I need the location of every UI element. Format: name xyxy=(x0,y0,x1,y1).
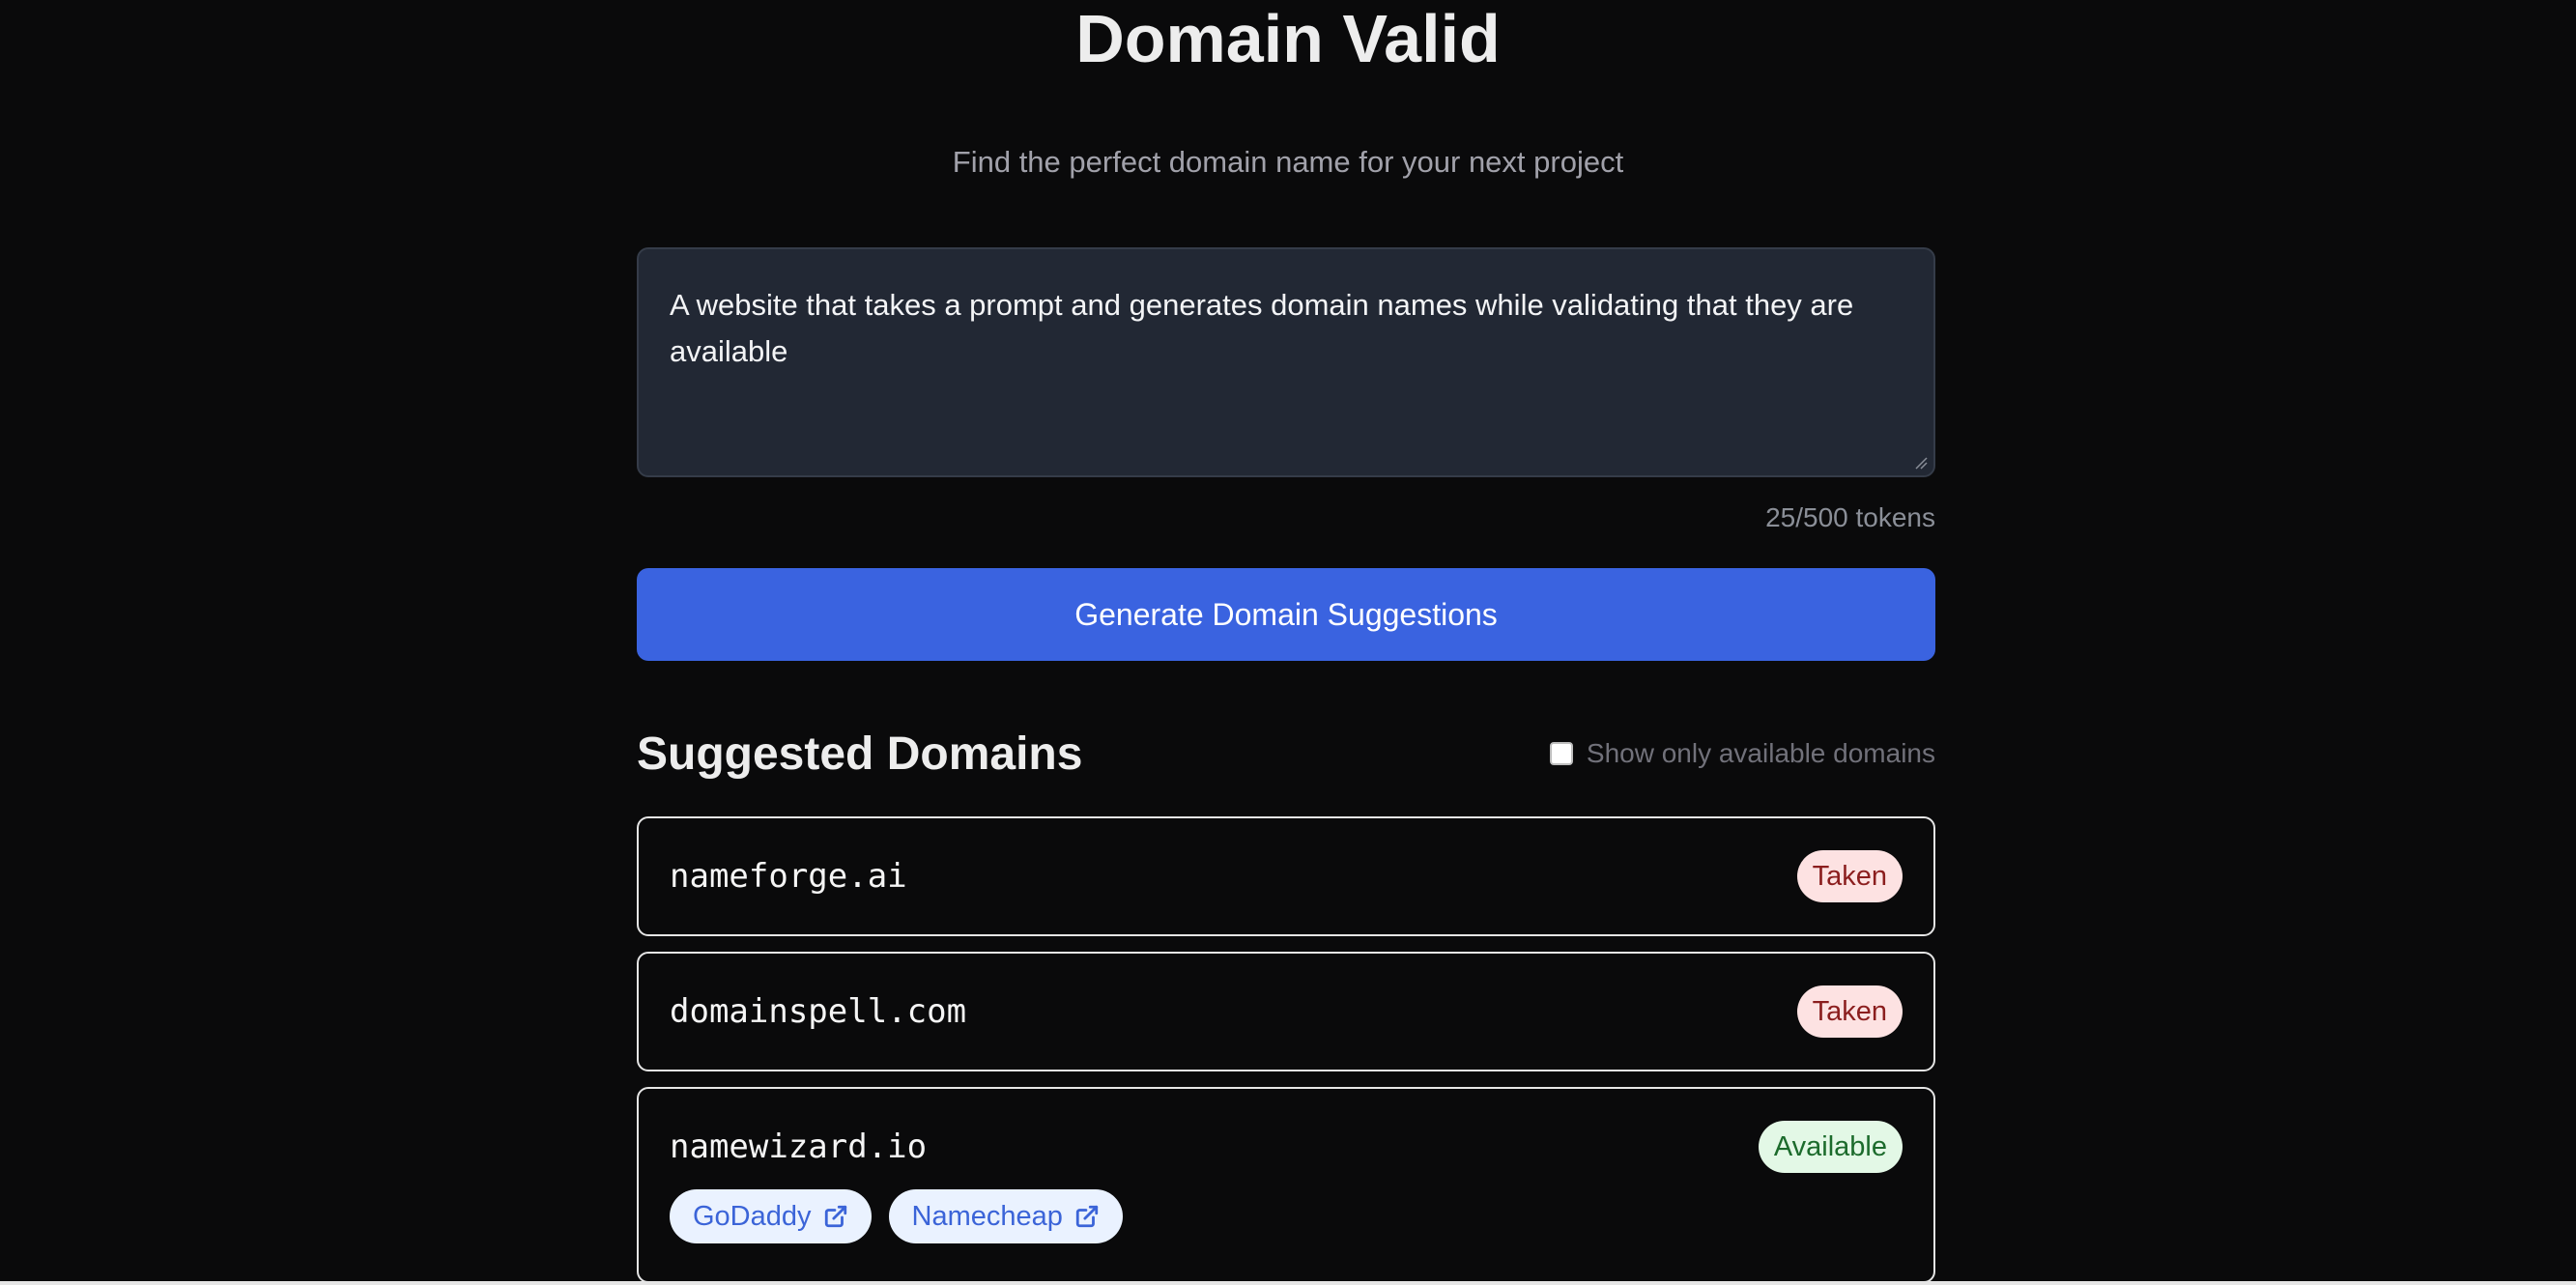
available-filter[interactable]: Show only available domains xyxy=(1549,738,1935,769)
registrar-label: GoDaddy xyxy=(693,1200,812,1232)
domain-card: domainspell.com Taken xyxy=(637,952,1935,1071)
external-link-icon xyxy=(1075,1205,1099,1228)
bottom-divider xyxy=(0,1281,2576,1285)
available-filter-label: Show only available domains xyxy=(1586,738,1935,768)
registrar-links: GoDaddy Namecheap xyxy=(639,1189,1933,1243)
registrar-link-namecheap[interactable]: Namecheap xyxy=(888,1189,1123,1243)
available-filter-checkbox[interactable] xyxy=(1549,742,1573,765)
external-link-icon xyxy=(824,1205,846,1228)
prompt-text: A website that takes a prompt and genera… xyxy=(670,288,1854,368)
results-title: Suggested Domains xyxy=(637,728,1083,780)
resize-grip-icon[interactable] xyxy=(1914,456,1928,470)
domain-name: nameforge.ai xyxy=(670,857,907,896)
generate-domains-button[interactable]: Generate Domain Suggestions xyxy=(637,568,1935,661)
domain-card: namewizard.io Available GoDaddy Namechea… xyxy=(637,1087,1935,1283)
page: Domain Valid Find the perfect domain nam… xyxy=(0,0,2576,1285)
domain-card: nameforge.ai Taken xyxy=(637,816,1935,936)
registrar-link-godaddy[interactable]: GoDaddy xyxy=(670,1189,872,1243)
status-badge: Taken xyxy=(1796,985,1903,1038)
token-count: 25/500 tokens xyxy=(1765,502,1935,532)
status-badge: Available xyxy=(1758,1121,1903,1173)
domain-name: namewizard.io xyxy=(670,1128,928,1166)
domain-name: domainspell.com xyxy=(670,992,967,1031)
registrar-label: Namecheap xyxy=(911,1200,1063,1232)
status-badge: Taken xyxy=(1796,850,1903,902)
page-subtitle: Find the perfect domain name for your ne… xyxy=(952,145,1624,179)
page-title: Domain Valid xyxy=(1075,1,1501,76)
results-header: Suggested Domains Show only available do… xyxy=(637,723,1935,785)
prompt-textarea[interactable]: A website that takes a prompt and genera… xyxy=(637,247,1935,477)
